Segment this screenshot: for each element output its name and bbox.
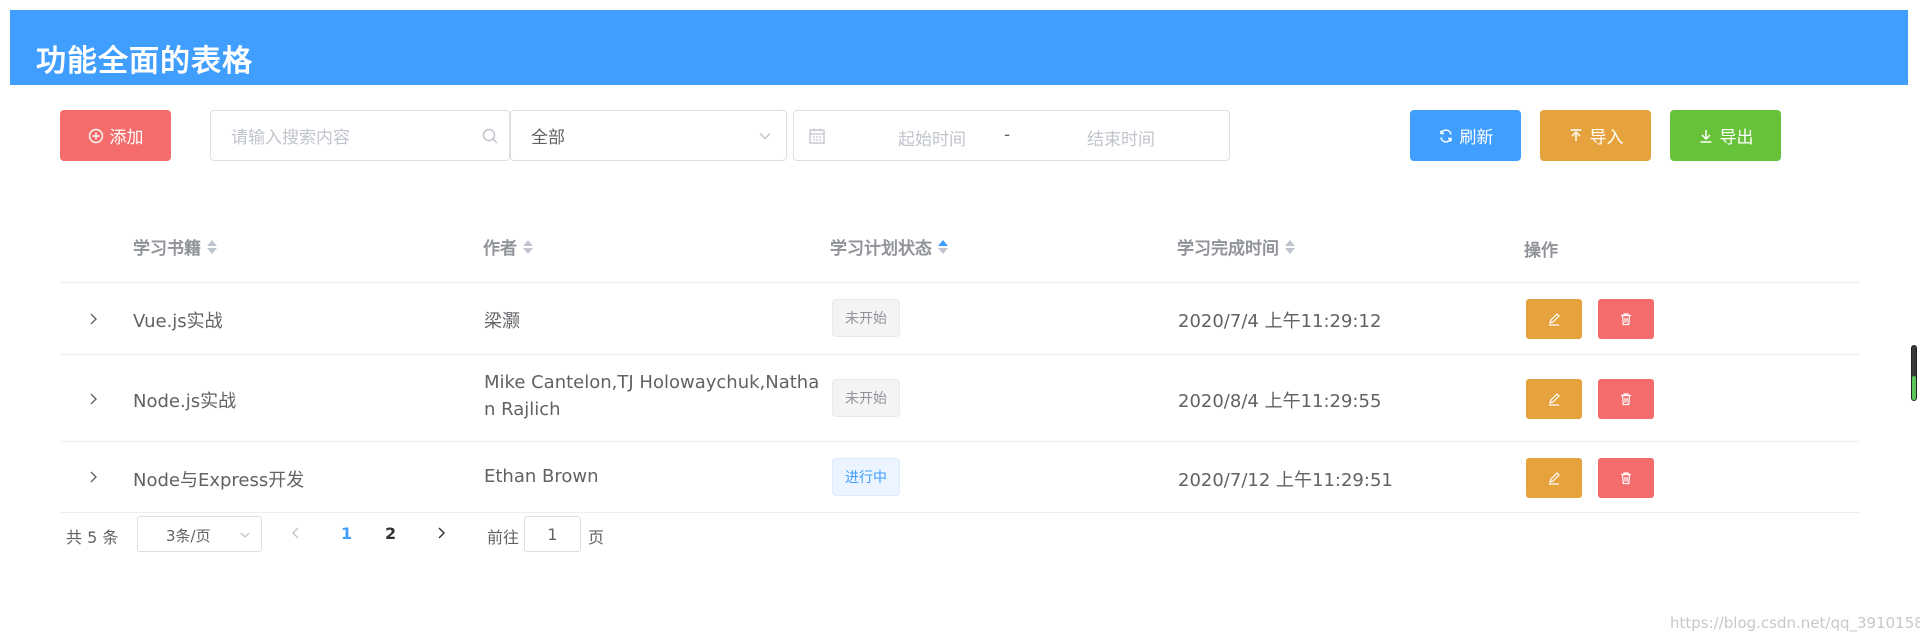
book-cell: Node.js实战 [133, 391, 237, 412]
download-icon [1700, 129, 1711, 143]
refresh-button-label: 刷新 [1459, 128, 1494, 148]
trash-icon [1621, 313, 1631, 326]
page-title: 功能全面的表格 [36, 44, 253, 79]
status-badge: 未开始 [832, 379, 900, 417]
chevron-down-icon [759, 132, 771, 140]
pagination: 共 5 条 3条/页 1 2 前往 1 页 [60, 516, 760, 552]
book-cell: Vue.js实战 [133, 311, 223, 332]
book-cell: Node与Express开发 [133, 470, 305, 491]
column-header-finish-time[interactable]: 学习完成时间 [1177, 234, 1295, 259]
chevron-right-icon[interactable] [86, 392, 100, 406]
edit-button[interactable] [1526, 458, 1582, 498]
chevron-right-icon[interactable] [86, 312, 100, 326]
column-header-label: 学习完成时间 [1177, 239, 1279, 259]
goto-label: 前往 [487, 528, 520, 547]
page-size-value: 3条/页 [166, 527, 211, 545]
status-select[interactable]: 全部 [510, 110, 787, 161]
search-icon[interactable] [481, 127, 499, 145]
table-row: Node.js实战 Mike Cantelon,TJ Holowaychuk,N… [60, 355, 1860, 442]
table-header: 学习书籍 作者 学习计划状态 学习完成时间 操作 [60, 220, 1860, 283]
edit-icon [1549, 393, 1560, 406]
status-badge: 未开始 [832, 299, 900, 337]
sort-icon[interactable] [938, 239, 948, 254]
finish-time-cell: 2020/7/4 上午11:29:12 [1178, 311, 1382, 332]
search-input[interactable]: 请输入搜索内容 [210, 110, 510, 161]
finish-time-cell: 2020/8/4 上午11:29:55 [1178, 391, 1382, 412]
column-header-label: 作者 [483, 239, 517, 259]
scrollbar-fill [1912, 376, 1916, 400]
finish-time-cell: 2020/7/12 上午11:29:51 [1178, 470, 1393, 491]
sort-icon[interactable] [523, 239, 533, 254]
refresh-button[interactable]: 刷新 [1410, 110, 1521, 161]
upload-icon [1570, 128, 1581, 141]
page-size-select[interactable]: 3条/页 [137, 516, 262, 552]
watermark-text: https://blog.csdn.net/qq_39101581 [1670, 614, 1920, 632]
edit-icon [1549, 472, 1560, 485]
search-placeholder: 请输入搜索内容 [231, 128, 350, 148]
table-row: Vue.js实战 梁灏 未开始 2020/7/4 上午11:29:12 [60, 283, 1860, 355]
next-page-icon[interactable] [435, 526, 447, 540]
edit-button[interactable] [1526, 299, 1582, 339]
status-select-value: 全部 [531, 128, 565, 148]
column-header-book[interactable]: 学习书籍 [133, 234, 217, 259]
date-range-picker[interactable]: 起始时间 - 结束时间 [793, 110, 1230, 161]
column-header-label: 学习书籍 [133, 239, 201, 259]
column-header-actions: 操作 [1524, 236, 1558, 261]
import-button-label: 导入 [1589, 128, 1624, 148]
plus-circle-icon [88, 128, 103, 143]
edit-icon [1549, 313, 1560, 326]
sort-icon[interactable] [1285, 239, 1295, 254]
column-header-label: 操作 [1524, 241, 1558, 261]
status-badge: 进行中 [832, 458, 900, 496]
column-header-label: 学习计划状态 [830, 239, 932, 259]
add-button-label: 添加 [109, 128, 144, 148]
goto-page-input[interactable]: 1 [524, 516, 581, 552]
delete-button[interactable] [1598, 379, 1654, 419]
page-number-2[interactable]: 2 [385, 524, 396, 543]
author-cell-line1: Mike Cantelon,TJ Holowaychuk,Natha [484, 372, 820, 393]
date-start-input[interactable]: 起始时间 [877, 125, 987, 150]
page-number-1[interactable]: 1 [341, 524, 352, 543]
table-row: Node与Express开发 Ethan Brown 进行中 2020/7/12… [60, 442, 1860, 513]
refresh-icon [1439, 128, 1452, 143]
import-button[interactable]: 导入 [1540, 110, 1651, 161]
column-header-status[interactable]: 学习计划状态 [830, 234, 948, 259]
column-header-author[interactable]: 作者 [483, 234, 533, 259]
author-cell: Ethan Brown [484, 466, 599, 487]
delete-button[interactable] [1598, 458, 1654, 498]
scrollbar-thumb[interactable] [1911, 345, 1917, 401]
author-cell-line2: n Rajlich [484, 399, 561, 420]
export-button[interactable]: 导出 [1670, 110, 1781, 161]
edit-button[interactable] [1526, 379, 1582, 419]
delete-button[interactable] [1598, 299, 1654, 339]
chevron-right-icon[interactable] [86, 470, 100, 484]
author-cell: 梁灏 [484, 311, 520, 332]
date-separator: - [1004, 125, 1011, 145]
trash-icon [1621, 393, 1631, 406]
page-unit-label: 页 [588, 528, 605, 547]
add-button[interactable]: 添加 [60, 110, 171, 161]
export-button-label: 导出 [1719, 128, 1754, 148]
prev-page-icon[interactable] [290, 526, 302, 540]
trash-icon [1621, 472, 1631, 485]
date-end-input[interactable]: 结束时间 [1066, 125, 1176, 150]
sort-icon[interactable] [207, 239, 217, 254]
page-header: 功能全面的表格 [10, 10, 1908, 85]
total-count: 共 5 条 [66, 528, 119, 547]
chevron-down-icon [240, 532, 250, 538]
calendar-icon [809, 128, 825, 144]
